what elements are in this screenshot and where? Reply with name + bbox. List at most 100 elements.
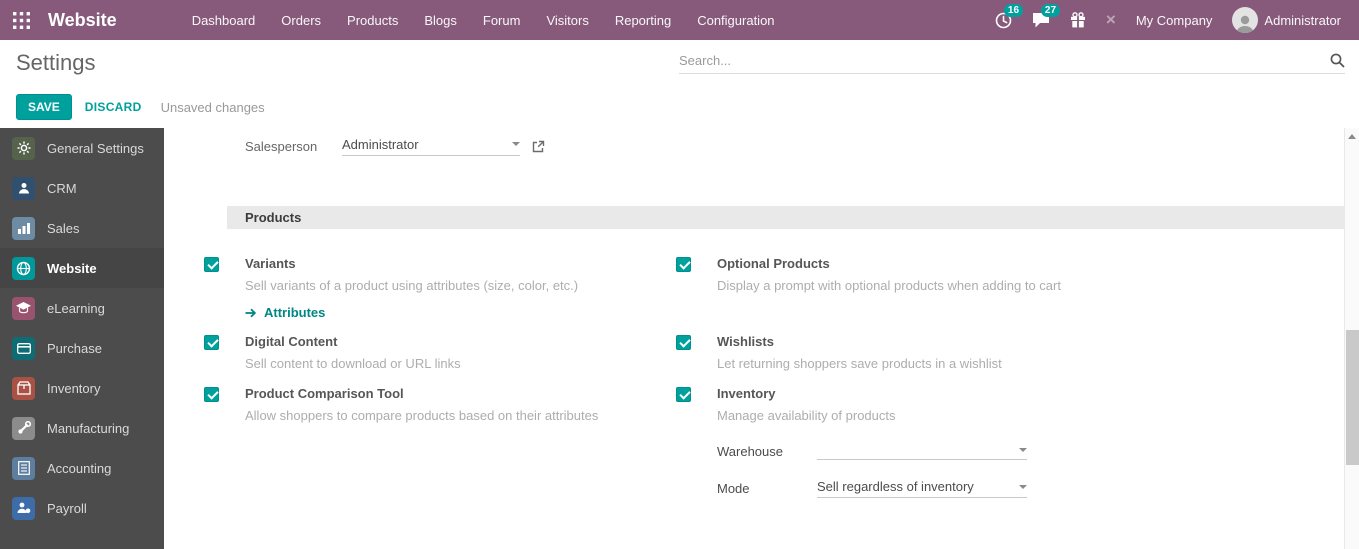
sidebar-item-payroll[interactable]: Payroll	[0, 488, 164, 528]
setting-desc: Display a prompt with optional products …	[717, 278, 1061, 293]
ledger-icon	[12, 456, 35, 480]
setting-title: Optional Products	[717, 256, 830, 271]
unsaved-changes-label: Unsaved changes	[160, 99, 265, 115]
globe-icon	[12, 256, 35, 280]
setting-title: Digital Content	[245, 334, 338, 349]
sidebar-item-elearning[interactable]: eLearning	[0, 288, 164, 328]
sidebar-label: Sales	[47, 220, 80, 236]
crm-icon	[12, 176, 35, 200]
sidebar-item-sales[interactable]: Sales	[0, 208, 164, 248]
page-title: Settings	[16, 50, 96, 75]
salesperson-value: Administrator	[342, 136, 419, 152]
setting-desc: Manage availability of products	[717, 408, 896, 423]
vertical-scrollbar[interactable]	[1344, 128, 1359, 549]
arrow-right-icon	[245, 308, 257, 317]
setting-title: Product Comparison Tool	[245, 386, 404, 401]
chevron-down-icon	[1019, 484, 1027, 489]
setting-inventory: Inventory Manage availability of product…	[676, 386, 1314, 498]
menu-blogs[interactable]: Blogs	[411, 0, 470, 40]
gear-icon	[12, 136, 35, 160]
discard-button[interactable]: DISCARD	[85, 100, 142, 114]
sidebar-label: General Settings	[47, 140, 144, 156]
user-name: Administrator	[1264, 12, 1341, 28]
support-icon[interactable]: ×	[1105, 10, 1116, 29]
setting-variants: Variants Sell variants of a product usin…	[204, 256, 676, 320]
settings-grid: Variants Sell variants of a product usin…	[204, 256, 1344, 512]
sidebar-item-accounting[interactable]: Accounting	[0, 448, 164, 488]
user-avatar	[1232, 7, 1259, 33]
mode-label: Mode	[717, 481, 750, 496]
digital-content-checkbox[interactable]	[204, 335, 219, 350]
activities-icon[interactable]: 16	[995, 3, 1024, 29]
menu-reporting[interactable]: Reporting	[602, 0, 684, 40]
search-box	[679, 52, 1345, 74]
rewards-icon[interactable]	[1070, 12, 1086, 28]
apps-grid-icon[interactable]	[0, 0, 42, 40]
sidebar-label: Accounting	[47, 460, 112, 476]
menu-visitors[interactable]: Visitors	[533, 0, 601, 40]
box-icon	[12, 376, 35, 400]
products-section-header: Products	[227, 206, 1344, 229]
sidebar-item-manufacturing[interactable]: Manufacturing	[0, 408, 164, 448]
setting-desc: Allow shoppers to compare products based…	[245, 408, 599, 423]
control-panel-buttons: SAVE DISCARD Unsaved changes	[0, 86, 1359, 128]
mode-value: Sell regardless of inventory	[817, 479, 974, 494]
menu-configuration[interactable]: Configuration	[684, 0, 787, 40]
setting-wishlists: Wishlists Let returning shoppers save pr…	[676, 334, 1314, 372]
inventory-checkbox[interactable]	[676, 387, 691, 402]
sidebar-item-crm[interactable]: CRM	[0, 168, 164, 208]
scrollbar-up-arrow[interactable]	[1345, 128, 1359, 144]
optional-products-checkbox[interactable]	[676, 257, 691, 272]
setting-product-comparison: Product Comparison Tool Allow shoppers t…	[204, 386, 676, 498]
chevron-down-icon	[512, 142, 520, 146]
variants-checkbox[interactable]	[204, 257, 219, 272]
app-title[interactable]: Website	[48, 10, 117, 31]
settings-main-panel: Salesperson Administrator Products Varia…	[164, 128, 1344, 549]
chevron-down-icon	[1019, 447, 1027, 452]
sidebar-label: Payroll	[47, 500, 87, 516]
setting-title: Inventory	[717, 386, 776, 401]
mode-select[interactable]: Sell regardless of inventory	[817, 479, 1027, 498]
x-icon: ×	[1105, 10, 1116, 29]
sidebar-item-general-settings[interactable]: General Settings	[0, 128, 164, 168]
wishlists-checkbox[interactable]	[676, 335, 691, 350]
setting-title: Wishlists	[717, 334, 774, 349]
warehouse-select[interactable]	[817, 443, 1027, 460]
grid-glyph	[12, 11, 30, 29]
attributes-link-label: Attributes	[264, 305, 326, 320]
menu-forum[interactable]: Forum	[470, 0, 534, 40]
warehouse-label: Warehouse	[717, 444, 783, 459]
save-button[interactable]: SAVE	[16, 94, 72, 120]
scrollbar-thumb[interactable]	[1346, 330, 1359, 465]
sidebar-label: Inventory	[47, 380, 101, 396]
messages-icon[interactable]: 27	[1032, 4, 1061, 28]
user-menu[interactable]: Administrator	[1232, 7, 1341, 33]
top-navbar: Website Dashboard Orders Products Blogs …	[0, 0, 1359, 40]
company-switcher[interactable]: My Company	[1136, 13, 1213, 28]
control-panel-top: Settings	[0, 40, 1359, 86]
graduation-cap-icon	[12, 296, 35, 320]
menu-dashboard[interactable]: Dashboard	[179, 0, 269, 40]
salesperson-select[interactable]: Administrator	[342, 137, 520, 156]
salesperson-field-row: Salesperson Administrator	[245, 134, 1344, 158]
menu-orders[interactable]: Orders	[268, 0, 334, 40]
setting-digital-content: Digital Content Sell content to download…	[204, 334, 676, 372]
mode-field-row: Mode Sell regardless of inventory	[717, 479, 1027, 498]
sidebar-item-inventory[interactable]: Inventory	[0, 368, 164, 408]
sidebar-item-website[interactable]: Website	[0, 248, 164, 288]
attributes-link[interactable]: Attributes	[245, 305, 578, 320]
product-comparison-checkbox[interactable]	[204, 387, 219, 402]
sidebar-item-purchase[interactable]: Purchase	[0, 328, 164, 368]
setting-desc: Let returning shoppers save products in …	[717, 356, 1002, 371]
topbar-right-cluster: 16 27 × My Company Administrator	[995, 3, 1359, 33]
triangle-up-icon	[1348, 133, 1356, 139]
setting-desc: Sell content to download or URL links	[245, 356, 461, 371]
chart-bars-icon	[12, 216, 35, 240]
sidebar-label: Website	[47, 260, 97, 276]
menu-products[interactable]: Products	[334, 0, 411, 40]
search-input[interactable]	[679, 52, 1330, 68]
wrench-icon	[12, 416, 35, 440]
gift-icon	[1070, 12, 1085, 28]
search-icon[interactable]	[1330, 53, 1345, 68]
external-link-icon[interactable]	[532, 140, 545, 153]
